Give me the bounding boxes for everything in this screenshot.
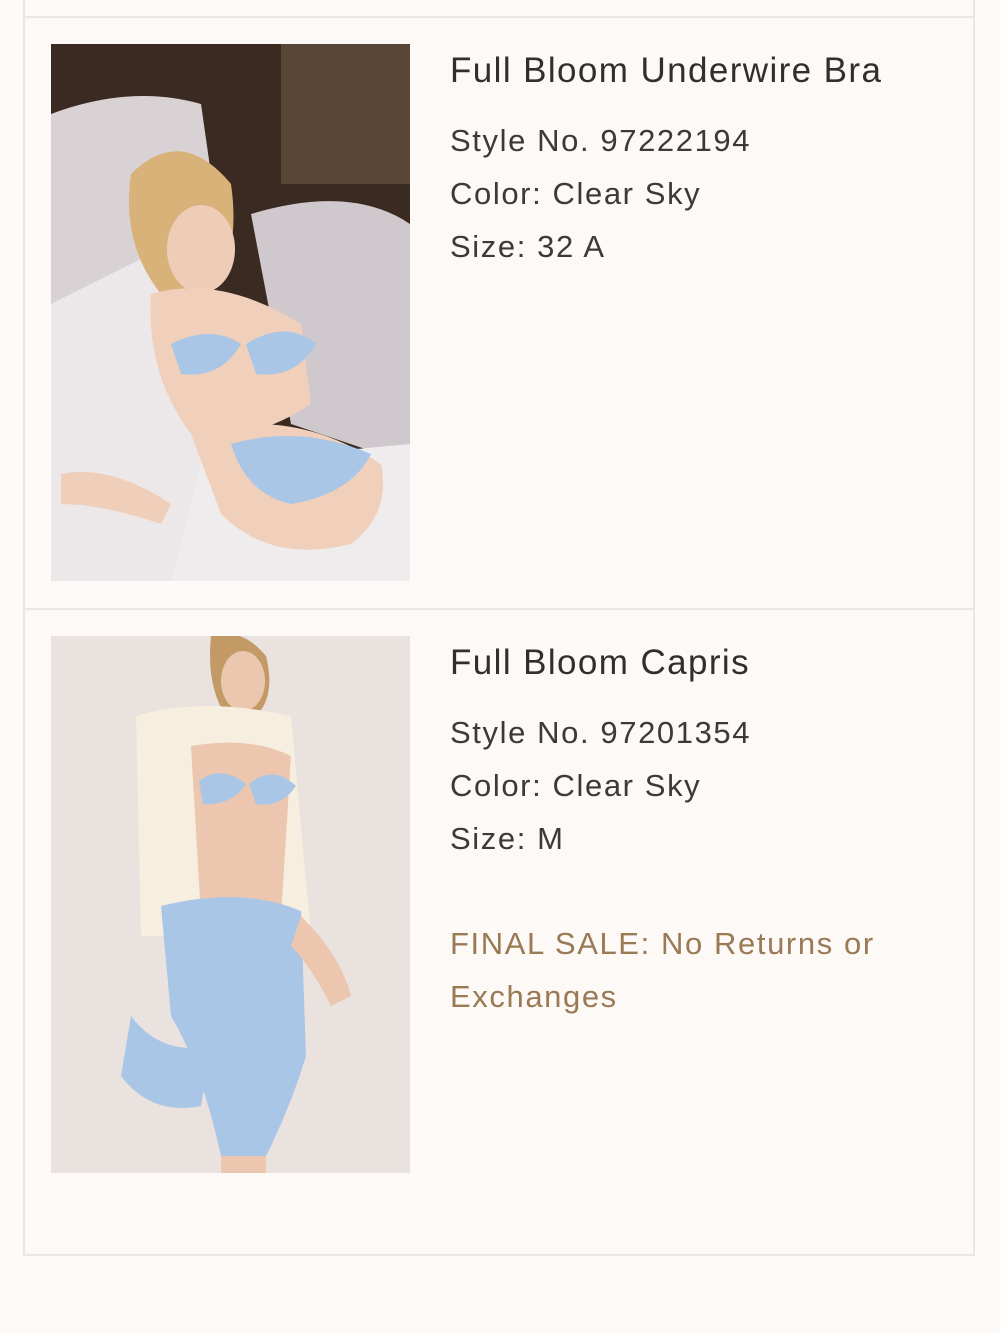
product-color: Color: Clear Sky [450,176,702,211]
product-title[interactable]: Full Bloom Underwire Bra [450,44,910,98]
product-image[interactable] [51,636,410,1173]
product-image[interactable] [51,44,410,581]
product-title[interactable]: Full Bloom Capris [450,636,910,690]
final-sale-notice: FINAL SALE: No Returns or Exchanges [450,926,875,1014]
bra-product-photo [51,44,410,581]
order-item: Full Bloom Underwire Bra Style No. 97222… [23,18,975,610]
capris-product-photo [51,636,410,1173]
item-details: Full Bloom Underwire Bra Style No. 97222… [450,44,910,273]
previous-item-card-edge [23,0,975,18]
product-size: Size: M [450,821,565,856]
product-size: Size: 32 A [450,229,606,264]
item-details: Full Bloom Capris Style No. 97201354 Col… [450,636,910,1023]
style-number: Style No. 97201354 [450,715,752,750]
style-number: Style No. 97222194 [450,123,752,158]
order-item: Full Bloom Capris Style No. 97201354 Col… [23,610,975,1256]
product-color: Color: Clear Sky [450,768,702,803]
